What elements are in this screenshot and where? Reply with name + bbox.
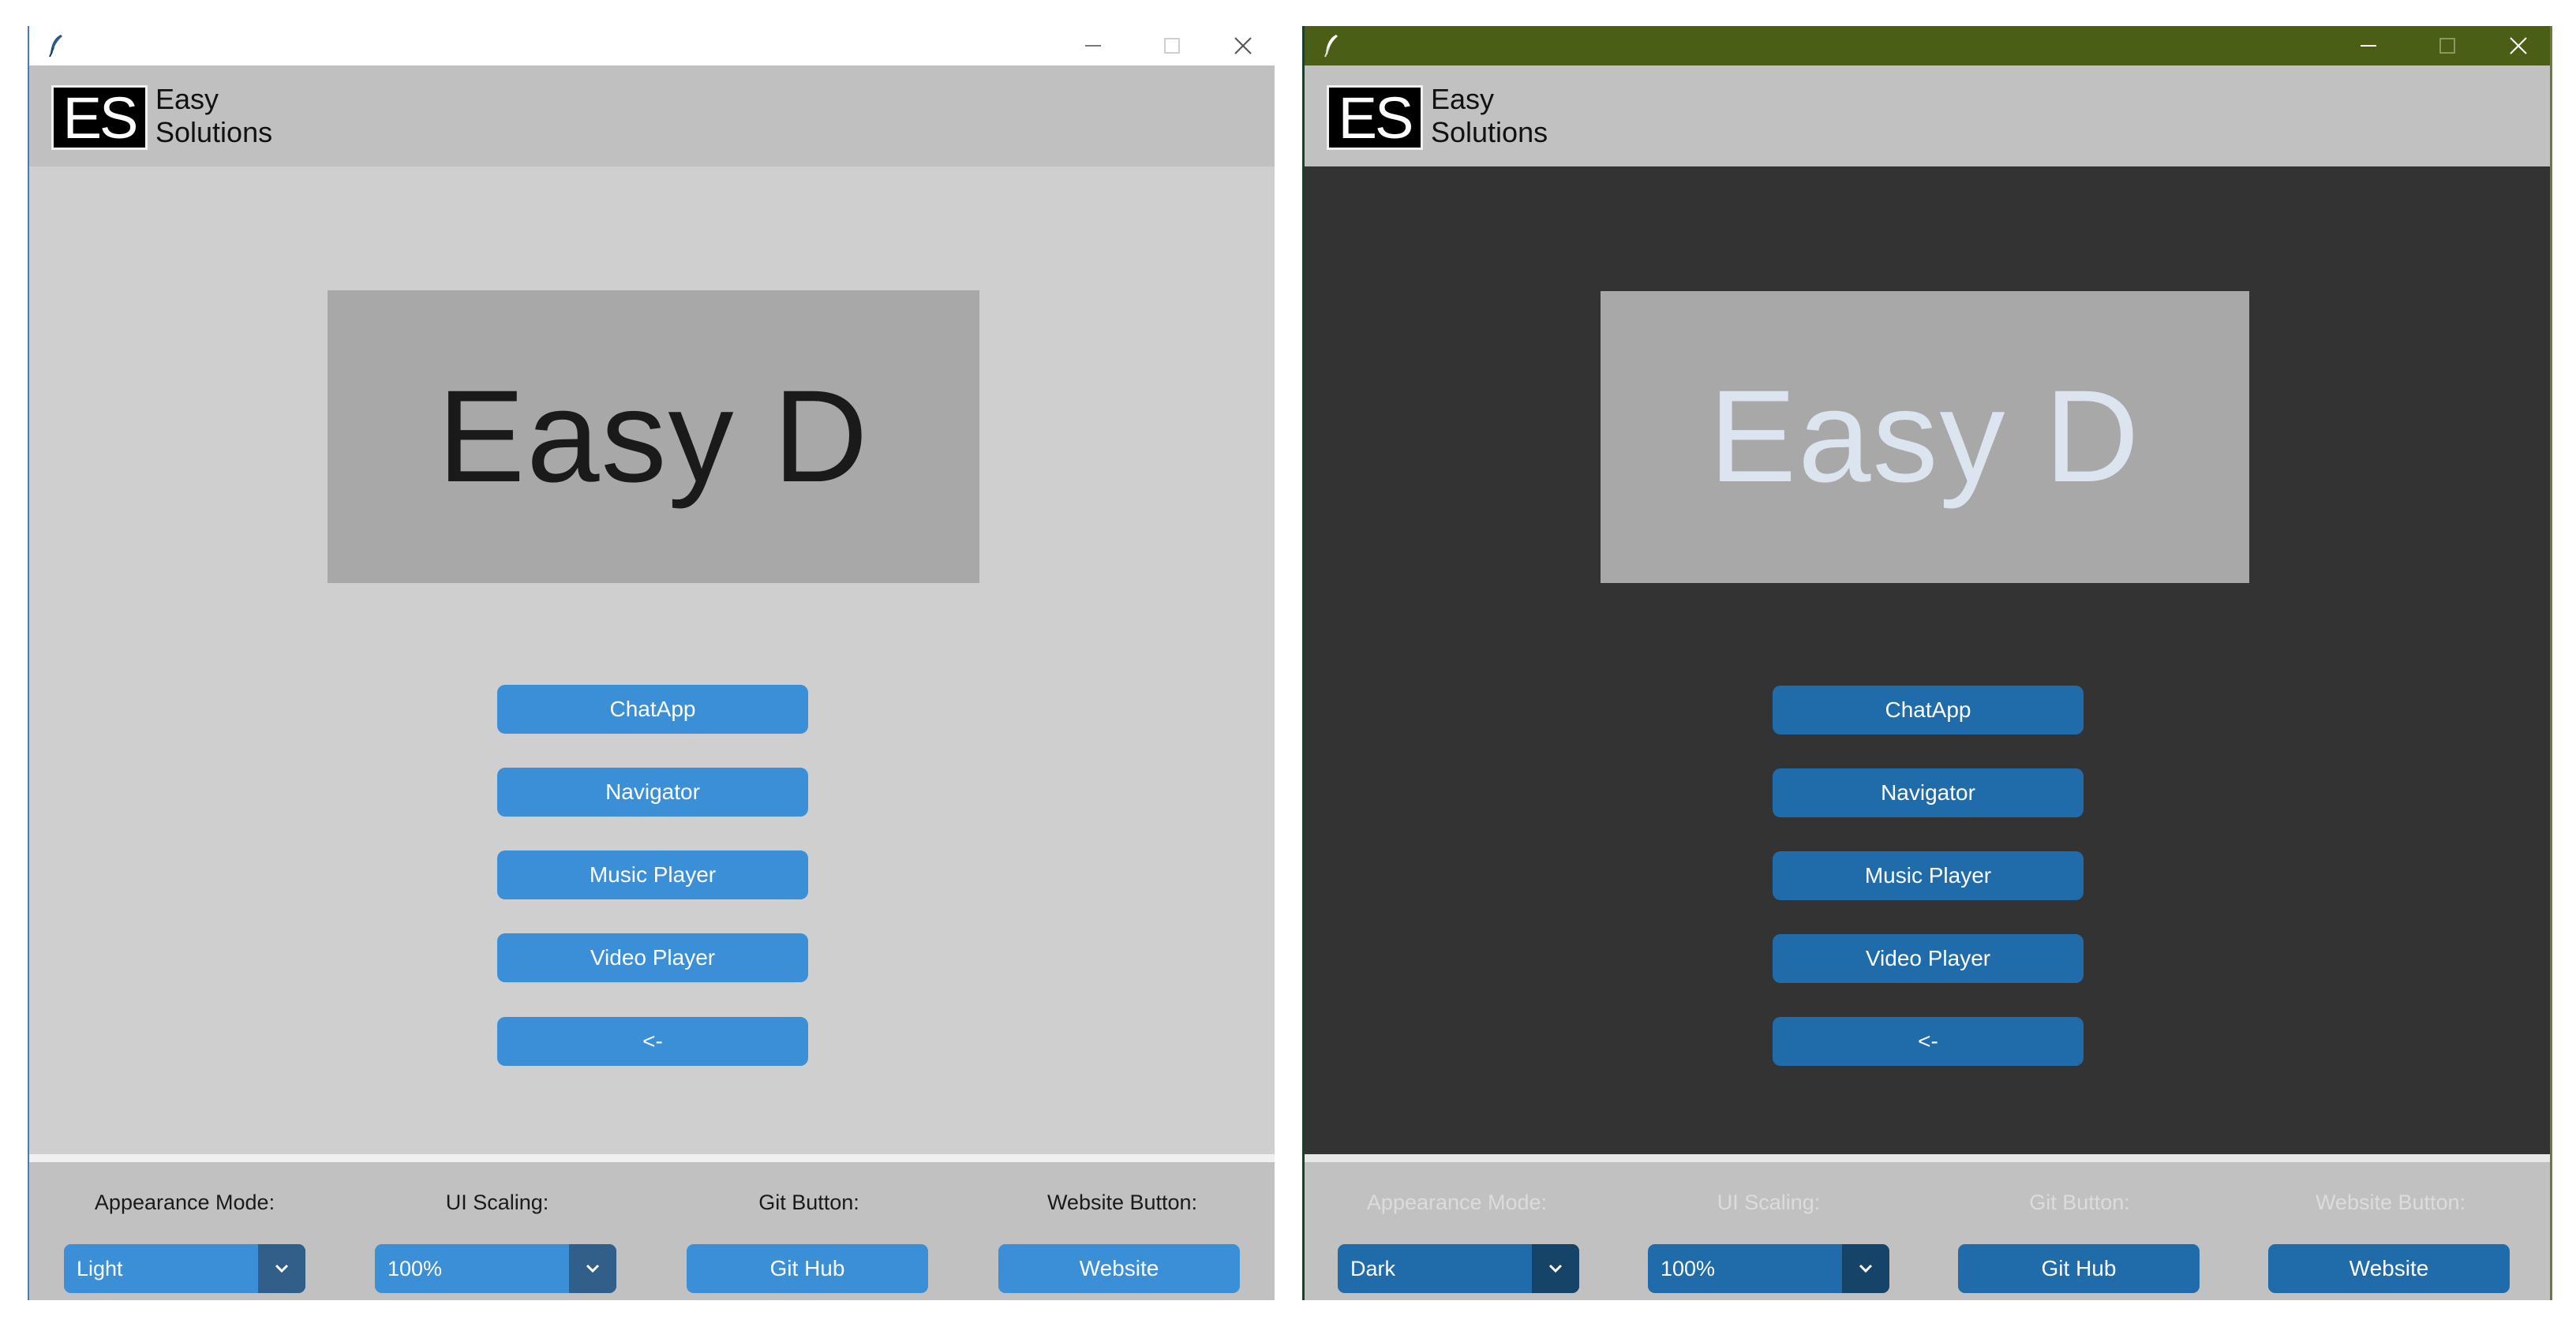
ui-scaling-value: 100% [388,1256,443,1280]
ui-scaling-dropdown[interactable]: 100% [1648,1244,1889,1293]
close-icon [2510,37,2527,54]
appearance-mode-dropdown[interactable]: Light [64,1244,305,1293]
logo-mark: ES [51,85,148,150]
logo-line-1: Easy [155,83,219,115]
feather-icon [47,33,66,58]
navigator-button[interactable]: Navigator [1773,768,2084,817]
maximize-button[interactable] [2424,31,2471,61]
settings-bar: Appearance Mode: UI Scaling: Git Button:… [29,1162,1275,1300]
logo-mark: ES [1327,85,1423,150]
logo-text: Easy Solutions [1431,83,1548,149]
appearance-mode-value: Light [77,1256,123,1280]
chevron-down-icon[interactable] [569,1244,616,1293]
chatapp-button[interactable]: ChatApp [497,685,808,734]
ui-scaling-dropdown[interactable]: 100% [375,1244,616,1293]
title-bar[interactable] [1305,26,2550,65]
video-player-button[interactable]: Video Player [1773,934,2084,983]
git-button-label: Git Button: [2029,1191,2130,1214]
music-player-button[interactable]: Music Player [497,850,808,899]
divider [1305,1154,2550,1162]
window-dark-mode: ES Easy Solutions Easy D ChatApp Navigat… [1302,26,2552,1300]
chevron-down-icon[interactable] [1842,1244,1889,1293]
close-button[interactable] [1219,31,1267,61]
main-panel: Easy D ChatApp Navigator Music Player Vi… [29,166,1275,1154]
navigator-button[interactable]: Navigator [497,768,808,817]
banner: Easy D [1601,291,2249,583]
git-hub-button[interactable]: Git Hub [687,1244,928,1293]
video-player-button[interactable]: Video Player [497,933,808,982]
ui-scaling-label: UI Scaling: [445,1191,549,1214]
header-bar: ES Easy Solutions [29,65,1275,166]
chevron-down-icon[interactable] [1532,1244,1579,1293]
window-light-mode: ES Easy Solutions Easy D ChatApp Navigat… [28,26,1275,1300]
music-player-button[interactable]: Music Player [1773,851,2084,900]
minimize-icon [1085,45,1101,47]
maximize-icon [2439,38,2455,54]
main-panel: Easy D ChatApp Navigator Music Player Vi… [1305,166,2550,1154]
logo-line-1: Easy [1431,83,1495,115]
logo-text: Easy Solutions [155,83,272,149]
banner-title: Easy D [1709,364,2141,510]
close-icon [1234,37,1252,54]
chatapp-button[interactable]: ChatApp [1773,686,2084,735]
logo-line-2: Solutions [1431,116,1548,148]
appearance-mode-value: Dark [1350,1256,1396,1280]
appearance-mode-label: Appearance Mode: [1366,1191,1548,1214]
title-bar[interactable] [29,26,1275,65]
maximize-icon [1164,38,1180,54]
back-button[interactable]: <- [1773,1017,2084,1066]
close-button[interactable] [2495,31,2542,61]
back-button[interactable]: <- [497,1017,808,1066]
appearance-mode-label: Appearance Mode: [94,1191,275,1214]
ui-scaling-value: 100% [1661,1256,1716,1280]
feather-icon [1322,33,1341,58]
divider [29,1154,1275,1162]
banner: Easy D [328,290,979,583]
git-hub-button[interactable]: Git Hub [1958,1244,2200,1293]
website-button[interactable]: Website [2268,1244,2510,1293]
minimize-button[interactable] [2345,31,2392,61]
git-button-label: Git Button: [758,1191,859,1214]
ui-scaling-label: UI Scaling: [1717,1191,1821,1214]
website-button[interactable]: Website [998,1244,1240,1293]
banner-title: Easy D [437,363,870,510]
minimize-icon [2361,45,2376,47]
header-bar: ES Easy Solutions [1305,65,2550,166]
minimize-button[interactable] [1069,31,1117,61]
website-button-label: Website Button: [1046,1191,1198,1214]
website-button-label: Website Button: [2315,1191,2466,1214]
logo-line-2: Solutions [155,116,273,148]
maximize-button[interactable] [1148,31,1196,61]
settings-bar: Appearance Mode: UI Scaling: Git Button:… [1305,1162,2550,1300]
chevron-down-icon[interactable] [258,1244,305,1293]
appearance-mode-dropdown[interactable]: Dark [1338,1244,1579,1293]
